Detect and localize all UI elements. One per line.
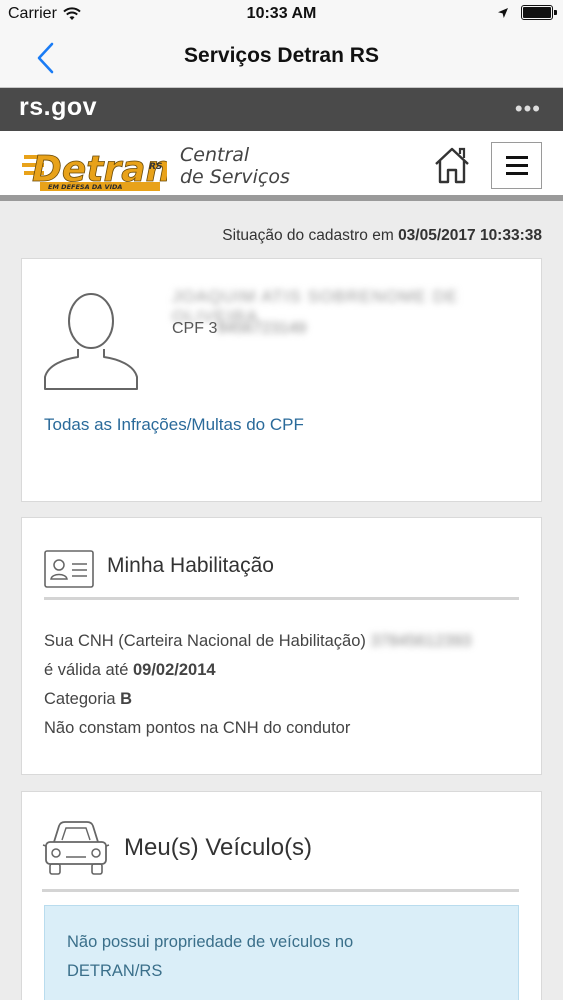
- cnh-validity-date: 09/02/2014: [133, 661, 216, 679]
- page-title: Serviços Detran RS: [184, 44, 379, 67]
- cnh-category-value: B: [120, 690, 133, 708]
- cnh-category-label: Categoria: [44, 690, 116, 708]
- central-line1: Central: [180, 144, 250, 166]
- veiculos-info-line2: DETRAN/RS: [67, 962, 163, 980]
- cnh-number-label: Sua CNH (Carteira Nacional de Habilitaçã…: [44, 632, 366, 650]
- detran-logo-tagline: EM DEFESA DA VIDA: [48, 183, 122, 191]
- veiculos-info-alert: Não possui propriedade de veículos no DE…: [44, 905, 519, 1000]
- gov-bar: rs.gov •••: [0, 88, 563, 131]
- veiculos-title: Meu(s) Veículo(s): [124, 834, 313, 861]
- hamburger-menu-button[interactable]: [491, 142, 542, 189]
- status-time: 10:33 AM: [246, 5, 317, 22]
- hamburger-bar: [505, 172, 528, 175]
- battery-icon: [521, 5, 557, 20]
- infracoes-multas-link[interactable]: Todas as Infrações/Multas do CPF: [44, 415, 304, 435]
- cpf-number: 8456723149: [217, 320, 307, 337]
- cnh-number-line: Sua CNH (Carteira Nacional de Habilitaçã…: [44, 627, 471, 656]
- rs-gov-logo[interactable]: rs.gov: [19, 93, 97, 122]
- cadastro-status-label: Situação do cadastro em: [222, 227, 394, 244]
- cadastro-status-datetime: 03/05/2017 10:33:38: [398, 227, 542, 244]
- hamburger-bar: [505, 156, 528, 159]
- cadastro-status: Situação do cadastro em 03/05/2017 10:33…: [222, 227, 542, 245]
- detran-logo-superscript: RS: [149, 162, 162, 172]
- cnh-points-line: Não constam pontos na CNH do condutor: [44, 719, 351, 737]
- cpf-label: CPF 3: [172, 320, 218, 337]
- hamburger-bar: [505, 164, 528, 167]
- veiculos-info-line1: Não possui propriedade de veículos no: [67, 933, 354, 951]
- more-options-icon[interactable]: •••: [515, 96, 541, 122]
- central-line2: de Serviços: [180, 166, 290, 188]
- cnh-category-line: Categoria B: [44, 685, 471, 714]
- veiculos-card: Meu(s) Veículo(s) Não possui propriedade…: [21, 791, 542, 1000]
- veiculos-info-text: Não possui propriedade de veículos no DE…: [67, 928, 488, 986]
- status-right: [497, 5, 557, 20]
- cnh-validity-line: é válida até 09/02/2014: [44, 656, 471, 685]
- habilitacao-title: Minha Habilitação: [107, 554, 274, 577]
- veiculos-header: Meu(s) Veículo(s): [42, 820, 519, 892]
- habilitacao-card: Minha Habilitação Sua CNH (Carteira Naci…: [21, 517, 542, 775]
- habilitacao-header: Minha Habilitação: [44, 546, 519, 600]
- profile-card: JOAQUIM ATIS SOBRENOME DE OLIVEIRA CPF 3…: [21, 258, 542, 502]
- cnh-validity-label: é válida até: [44, 661, 129, 679]
- brand-bar: Detran RS EM DEFESA DA VIDA Central de S…: [0, 131, 563, 201]
- central-servicos-label: Central de Serviços: [180, 144, 290, 188]
- battery-fill: [523, 7, 551, 18]
- home-icon[interactable]: [432, 144, 472, 186]
- profile-cpf: CPF 38456723149: [172, 320, 306, 338]
- habilitacao-details: Sua CNH (Carteira Nacional de Habilitaçã…: [44, 627, 471, 743]
- id-card-icon: [44, 550, 94, 588]
- car-icon: [42, 821, 110, 875]
- detran-logo[interactable]: Detran RS EM DEFESA DA VIDA: [22, 143, 167, 191]
- user-avatar-icon: [44, 293, 138, 390]
- status-bar: Carrier 10:33 AM: [0, 0, 563, 30]
- location-arrow-icon: [498, 7, 508, 18]
- cnh-number: 37845612393: [370, 632, 472, 650]
- navigation-bar: Serviços Detran RS: [0, 30, 563, 88]
